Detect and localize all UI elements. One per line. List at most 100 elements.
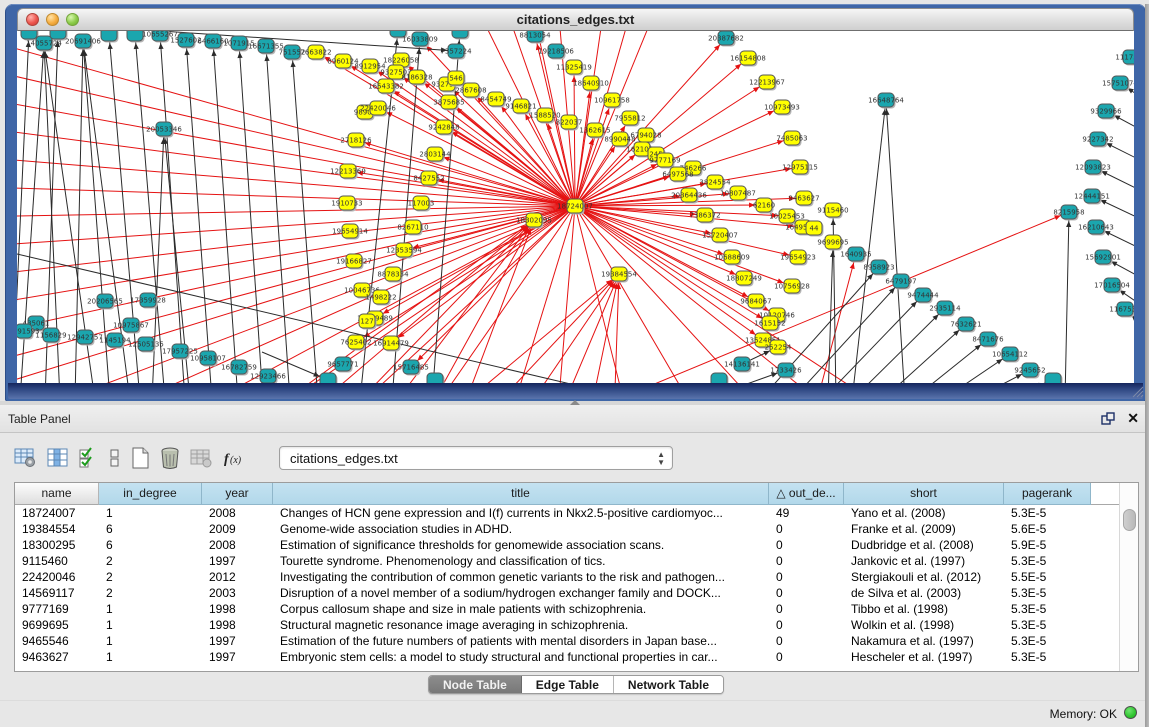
cell-name: 18300295 <box>15 537 99 553</box>
cell-short: Yano et al. (2008) <box>844 505 1004 521</box>
cell-out-de-: 0 <box>769 617 844 633</box>
cell-out-de-: 0 <box>769 601 844 617</box>
cell-pagerank: 5.3E-5 <box>1004 585 1091 601</box>
table-vertical-scrollbar[interactable] <box>1119 483 1138 671</box>
tab-node-table[interactable]: Node Table <box>429 676 522 693</box>
cell-in-degree: 2 <box>99 585 202 601</box>
cell-title: Embryonic stem cells: a model to study s… <box>273 649 769 665</box>
cell-in-degree: 6 <box>99 537 202 553</box>
cell-year: 2008 <box>202 537 273 553</box>
network-window-titlebar[interactable]: citations_edges.txt <box>17 8 1134 31</box>
table-toolbar: f (x) citations_edges.txt ▲▼ <box>14 443 673 473</box>
cell-in-degree: 1 <box>99 601 202 617</box>
cell-out-de-: 0 <box>769 537 844 553</box>
column-header-name[interactable]: name <box>15 483 99 505</box>
new-document-icon[interactable] <box>131 447 150 469</box>
svg-text:16543382: 16543382 <box>368 83 404 91</box>
svg-text:16154808: 16154808 <box>730 55 766 63</box>
cell-name: 18724007 <box>15 505 99 521</box>
column-header-short[interactable]: short <box>844 483 1004 505</box>
svg-text:8958923: 8958923 <box>863 264 894 272</box>
svg-text:8267110: 8267110 <box>397 224 428 232</box>
svg-text:17359928: 17359928 <box>130 297 166 305</box>
cell-year: 1997 <box>202 649 273 665</box>
column-header-year[interactable]: year <box>202 483 273 505</box>
svg-text:1640935: 1640935 <box>840 251 871 259</box>
close-panel-icon[interactable]: ✕ <box>1127 410 1139 427</box>
cell-year: 2012 <box>202 569 273 585</box>
tab-edge-table[interactable]: Edge Table <box>522 676 614 693</box>
table-row[interactable]: 977716911998Corpus callosum shape and si… <box>15 601 1119 617</box>
table-row[interactable]: 911546021997Tourette syndrome. Phenomeno… <box>15 553 1119 569</box>
cell-in-degree: 2 <box>99 553 202 569</box>
svg-text:10756928: 10756928 <box>774 283 810 291</box>
svg-text:8471676: 8471676 <box>972 336 1004 344</box>
table-row[interactable]: 1830029562008Estimation of significance … <box>15 537 1119 553</box>
cell-year: 1998 <box>202 617 273 633</box>
svg-text:16210643: 16210643 <box>1078 224 1114 232</box>
svg-text:7386372: 7386372 <box>689 212 720 220</box>
svg-text:16033809: 16033809 <box>402 36 438 44</box>
table-settings-icon[interactable] <box>14 447 37 469</box>
column-header-pagerank[interactable]: pagerank <box>1004 483 1091 505</box>
cell-out-de-: 0 <box>769 585 844 601</box>
cell-pagerank: 5.9E-5 <box>1004 537 1091 553</box>
svg-text:1145194: 1145194 <box>99 337 131 345</box>
cell-name: 14569117 <box>15 585 99 601</box>
svg-text:1733426: 1733426 <box>770 367 802 375</box>
svg-text:9657771: 9657771 <box>327 361 358 369</box>
cell-title: Changes of HCN gene expression and I(f) … <box>273 505 769 521</box>
table-row[interactable]: 1456911722003Disruption of a novel membe… <box>15 585 1119 601</box>
svg-text:7357224: 7357224 <box>440 48 472 56</box>
column-header-title[interactable]: title <box>273 483 769 505</box>
graph-node-teal <box>452 31 468 38</box>
svg-text:20053346: 20053346 <box>146 126 182 134</box>
table-row[interactable]: 1938455462009Genome-wide association stu… <box>15 521 1119 537</box>
table-row[interactable]: 946362711997Embryonic stem cells: a mode… <box>15 649 1119 665</box>
table-columns-icon[interactable] <box>47 447 69 469</box>
column-header-in-degree[interactable]: in_degree <box>99 483 202 505</box>
svg-text:18226058: 18226058 <box>383 57 419 65</box>
float-panel-icon[interactable] <box>1101 412 1115 426</box>
svg-text:20691406: 20691406 <box>65 38 101 46</box>
svg-text:62160: 62160 <box>753 202 775 210</box>
svg-text:822037: 822037 <box>556 119 583 127</box>
cell-year: 2003 <box>202 585 273 601</box>
cell-in-degree: 1 <box>99 649 202 665</box>
table-row[interactable]: 2242004622012Investigating the contribut… <box>15 569 1119 585</box>
svg-text:18807249: 18807249 <box>726 275 762 283</box>
network-canvas[interactable]: 1405572420691406106552671527602646616010… <box>17 31 1134 383</box>
svg-text:10688609: 10688609 <box>714 254 750 262</box>
cell-out-de-: 49 <box>769 505 844 521</box>
svg-text:10975867: 10975867 <box>113 322 149 330</box>
svg-text:15692901: 15692901 <box>1085 254 1121 262</box>
tab-network-table[interactable]: Network Table <box>614 676 723 693</box>
cell-short: de Silva et al. (2003) <box>844 585 1004 601</box>
function-icon[interactable]: f (x) <box>223 447 247 469</box>
delete-icon[interactable] <box>160 447 180 469</box>
cell-title: Structural magnetic resonance image aver… <box>273 617 769 633</box>
select-columns-icon[interactable] <box>79 447 99 469</box>
table-row[interactable]: 1872400712008Changes of HCN gene express… <box>15 505 1119 521</box>
graph-node-teal <box>21 31 37 39</box>
column-header-out-de-[interactable]: △ out_de... <box>769 483 844 505</box>
table-row[interactable]: 946554611997Estimation of the future num… <box>15 633 1119 649</box>
svg-text:10961758: 10961758 <box>594 97 630 105</box>
scrollbar-thumb[interactable] <box>1123 509 1136 531</box>
cell-out-de-: 0 <box>769 633 844 649</box>
row-height-icon[interactable] <box>109 447 121 469</box>
cell-year: 2009 <box>202 521 273 537</box>
cell-out-de-: 0 <box>769 569 844 585</box>
citation-graph[interactable]: 1405572420691406106552671527602646616010… <box>17 31 1134 383</box>
svg-text:19654914: 19654914 <box>332 228 368 236</box>
cell-out-de-: 0 <box>769 553 844 569</box>
svg-text:7485063: 7485063 <box>776 135 807 143</box>
cell-title: Estimation of significance thresholds fo… <box>273 537 769 553</box>
table-body: 18724007 1 2008Changes of HCN gene express… <box>15 505 1119 665</box>
svg-text:12975115: 12975115 <box>782 164 818 172</box>
table-row[interactable]: 969969511998Structural magnetic resonanc… <box>15 617 1119 633</box>
resize-grip-icon[interactable] <box>1131 385 1144 398</box>
delete-table-icon[interactable] <box>190 447 213 469</box>
table-selector-dropdown[interactable]: citations_edges.txt ▲▼ <box>279 446 673 470</box>
svg-text:1117536: 1117536 <box>1115 54 1134 62</box>
